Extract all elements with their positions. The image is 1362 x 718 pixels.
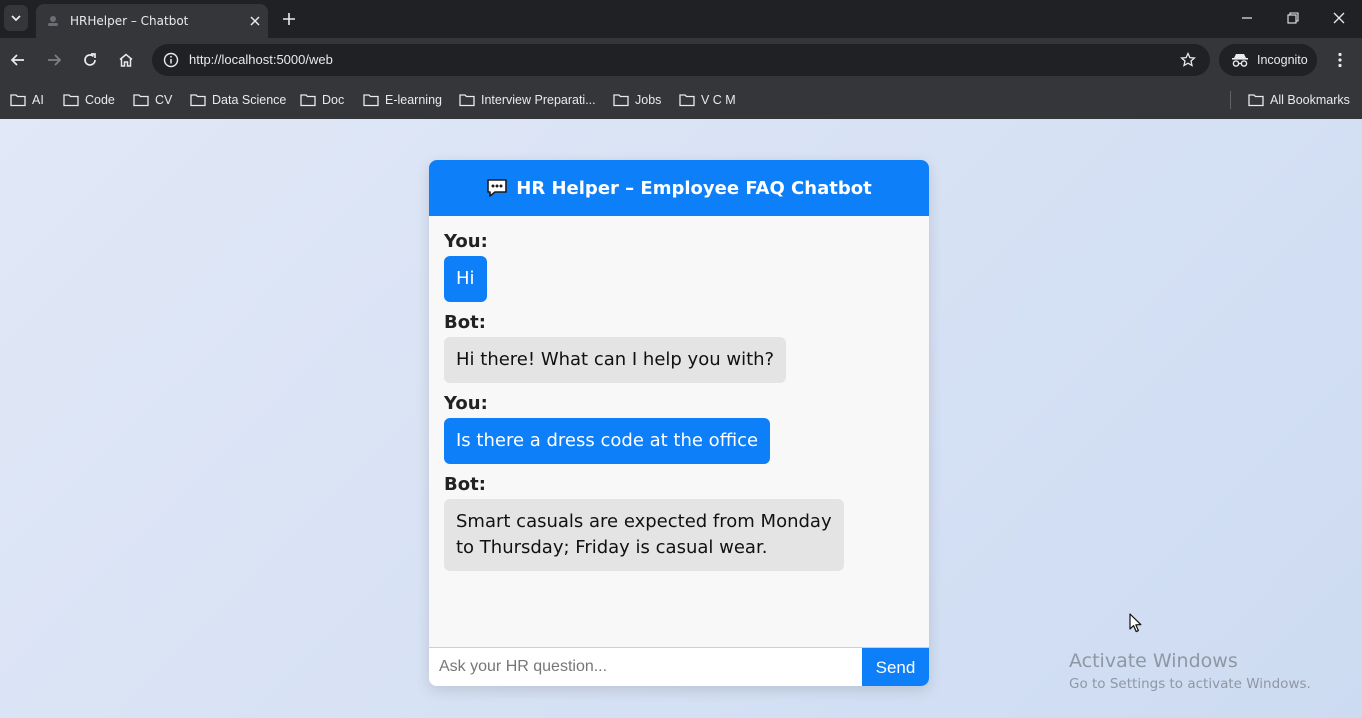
chat-window: HR Helper – Employee FAQ Chatbot You: Hi… [429,160,929,686]
chat-title: HR Helper – Employee FAQ Chatbot [516,177,872,199]
bookmark-label: Data Science [212,93,287,107]
more-vertical-icon [1338,52,1342,68]
send-button[interactable]: Send [862,648,929,686]
bookmark-star-icon[interactable] [1176,48,1200,72]
minimize-icon [1242,17,1252,19]
folder-icon [679,94,695,107]
folder-icon [10,94,26,107]
question-input[interactable] [429,648,862,686]
tab-title: HRHelper – Chatbot [70,14,189,28]
bookmark-label: Code [85,93,115,107]
folder-icon [63,94,79,107]
arrow-right-icon [48,54,62,66]
bookmarks-bar: AI Code CV Data Science Doc E-learning I… [0,82,1362,119]
message-sender: Bot: [444,474,486,495]
folder-icon [459,94,475,107]
bookmark-folder-code[interactable]: Code [63,89,115,111]
bookmark-folder-jobs[interactable]: Jobs [613,89,661,111]
speech-bubble-icon [487,179,508,197]
bookmark-label: Jobs [635,93,662,107]
restore-icon [1287,12,1299,24]
bookmark-label: Interview Preparati... [481,93,596,107]
minimize-button[interactable] [1224,0,1270,36]
browser-menu-button[interactable] [1328,47,1352,73]
address-bar[interactable]: http://localhost:5000/web [152,44,1210,76]
browser-tab-active[interactable]: HRHelper – Chatbot [36,4,268,38]
bookmark-folder-ai[interactable]: AI [10,89,44,111]
bookmark-label: E-learning [385,93,442,107]
message-user: You: Is there a dress code at the office [444,393,914,464]
bookmark-label: V C M [701,93,736,107]
all-bookmarks-button[interactable]: All Bookmarks [1248,89,1350,111]
tab-search-button[interactable] [4,5,28,31]
message-bot: Bot: Smart casuals are expected from Mon… [444,474,914,571]
bookmark-folder-cv[interactable]: CV [133,89,172,111]
user-message-bubble: Is there a dress code at the office [444,418,771,464]
bookmark-folder-interview[interactable]: Interview Preparati... [459,89,596,111]
bookmark-label: AI [32,93,44,107]
bookmark-label: Doc [322,93,345,107]
new-tab-button[interactable] [276,6,302,32]
message-sender: You: [444,393,488,414]
bookmarks-divider [1230,91,1231,109]
close-icon [1333,12,1345,24]
message-bot: Bot: Hi there! What can I help you with? [444,312,914,383]
bot-message-bubble: Smart casuals are expected from Monday t… [444,499,844,571]
back-button[interactable] [5,47,31,73]
chat-messages: You: Hi Bot: Hi there! What can I help y… [429,216,929,647]
url-text[interactable]: http://localhost:5000/web [189,44,333,76]
watermark-subtitle: Go to Settings to activate Windows. [1069,676,1311,692]
bookmark-folder-doc[interactable]: Doc [300,89,344,111]
folder-icon [1248,94,1264,107]
chevron-down-icon [11,15,21,22]
watermark-title: Activate Windows [1069,650,1238,672]
all-bookmarks-label: All Bookmarks [1270,93,1350,107]
home-icon [119,53,133,67]
plus-icon [283,13,295,25]
chat-header: HR Helper – Employee FAQ Chatbot [429,160,929,216]
arrow-left-icon [10,54,24,66]
user-message-bubble: Hi [444,256,487,302]
close-window-button[interactable] [1316,0,1362,36]
folder-icon [133,94,149,107]
site-info-icon[interactable] [158,47,184,73]
chat-input-bar: Send [429,647,929,686]
forward-button[interactable] [41,47,67,73]
mouse-pointer-icon [1129,613,1142,633]
message-sender: You: [444,231,488,252]
folder-icon [190,94,206,107]
bookmark-label: CV [155,93,173,107]
folder-icon [613,94,629,107]
restore-button[interactable] [1270,0,1316,36]
close-tab-icon[interactable] [242,8,268,34]
tab-strip: HRHelper – Chatbot [0,0,1362,38]
browser-toolbar: http://localhost:5000/web Incognito [0,38,1362,82]
incognito-indicator[interactable]: Incognito [1219,44,1317,76]
message-sender: Bot: [444,312,486,333]
reload-icon [84,53,96,66]
folder-icon [363,94,379,107]
bookmark-folder-vcm[interactable]: V C M [679,89,736,111]
incognito-favicon-icon [46,14,60,28]
message-user: You: Hi [444,231,914,302]
incognito-icon [1232,54,1248,67]
page-viewport: HR Helper – Employee FAQ Chatbot You: Hi… [0,119,1362,718]
bookmark-folder-data-science[interactable]: Data Science [190,89,286,111]
reload-button[interactable] [77,47,103,73]
incognito-label: Incognito [1257,53,1308,67]
folder-icon [300,94,316,107]
home-button[interactable] [113,47,139,73]
bookmark-folder-e-learning[interactable]: E-learning [363,89,442,111]
bot-message-bubble: Hi there! What can I help you with? [444,337,787,383]
windows-activation-watermark: Activate Windows Go to Settings to activ… [1069,649,1311,695]
